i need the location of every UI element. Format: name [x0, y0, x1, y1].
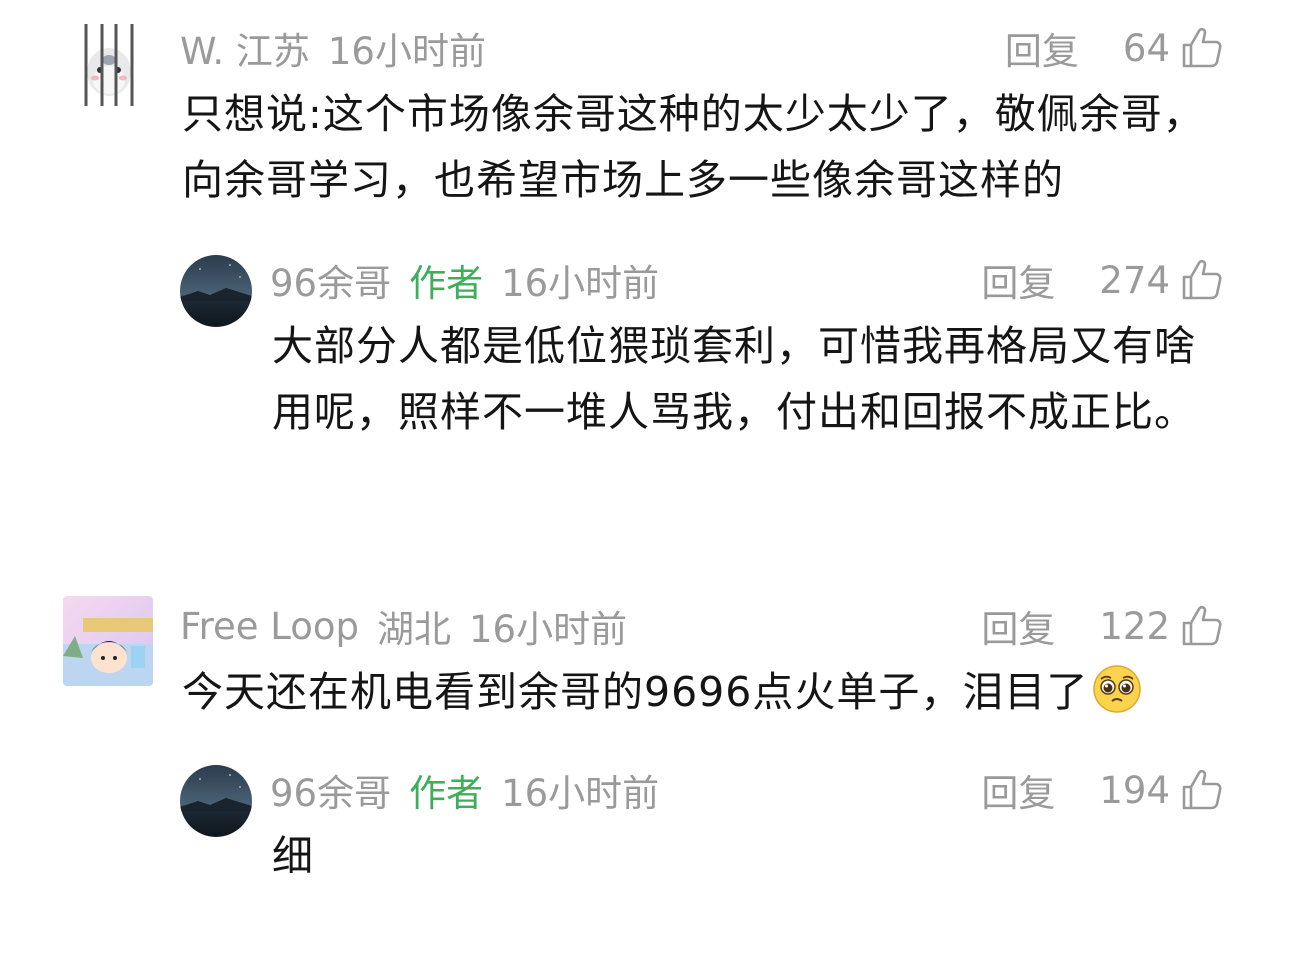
night-sky-avatar-image: [180, 255, 252, 327]
like-count: 194: [1099, 768, 1170, 812]
comment-meta: 96余哥 作者 16小时前: [270, 250, 659, 310]
reply-button[interactable]: 回复: [981, 599, 1055, 653]
timestamp: 16小时前: [501, 262, 660, 305]
reply-button[interactable]: 回复: [981, 253, 1055, 307]
like-count: 122: [1099, 604, 1170, 648]
comment-text: 细: [272, 832, 314, 880]
avatar-night-sky[interactable]: [180, 255, 252, 327]
comment-text: 今天还在机电看到余哥的9696点火单子，泪目了: [182, 659, 1242, 725]
like-count: 64: [1122, 26, 1170, 70]
like-count: 274: [1099, 258, 1170, 302]
reply-button[interactable]: 回复: [981, 763, 1055, 817]
thumbs-up-icon[interactable]: [1180, 26, 1224, 70]
username[interactable]: Free Loop: [180, 605, 359, 648]
username[interactable]: 96余哥: [270, 763, 391, 817]
thumbs-up-icon[interactable]: [1180, 604, 1224, 648]
comment-meta: Free Loop 湖北 16小时前: [180, 596, 627, 656]
comment-actions: 回复 194: [981, 760, 1224, 820]
timestamp: 16小时前: [469, 608, 628, 651]
comment-text: 大部分人都是低位猥琐套利，可惜我再格局又有啥用呢，照样不一堆人骂我，付出和回报不…: [272, 322, 1196, 436]
comment-1: W. 江苏 16小时前 回复 64 只想说:这个市场像余哥这种的太少太少了，敬佩…: [0, 18, 1290, 218]
avatar-hamster[interactable]: [80, 20, 138, 110]
comment-meta: W. 江苏 16小时前: [180, 18, 486, 78]
username[interactable]: 96余哥: [270, 253, 391, 307]
timestamp: 16小时前: [501, 772, 660, 815]
username[interactable]: W. 江苏: [180, 21, 310, 75]
comment-3: Free Loop 湖北 16小时前 回复 122 今天还在机电看到余哥的969…: [0, 596, 1290, 726]
timestamp: 16小时前: [327, 30, 486, 73]
comment-2-reply: 96余哥 作者 16小时前 回复 274 大部分人都是低位猥琐套利，可惜我再格局…: [0, 250, 1290, 520]
location: 湖北: [377, 608, 452, 651]
pleading-face-emoji: [1093, 665, 1142, 713]
comment-actions: 回复 122: [981, 596, 1224, 656]
reply-button[interactable]: 回复: [1005, 21, 1079, 75]
comment-actions: 回复 274: [981, 250, 1224, 310]
comment-text-content: 今天还在机电看到余哥的9696点火单子，泪目了: [182, 668, 1089, 716]
comment-meta: 96余哥 作者 16小时前: [270, 760, 659, 820]
comment-4-reply: 96余哥 作者 16小时前 回复 194 细: [0, 760, 1290, 900]
thumbs-up-icon[interactable]: [1180, 768, 1224, 812]
author-badge: 作者: [409, 262, 484, 305]
thumbs-up-icon[interactable]: [1180, 258, 1224, 302]
avatar-cartoon[interactable]: [63, 596, 153, 686]
author-badge: 作者: [409, 772, 484, 815]
hamster-avatar-image: [84, 24, 134, 106]
night-sky-avatar-image: [180, 765, 252, 837]
cartoon-avatar-image: [63, 596, 153, 686]
avatar-night-sky[interactable]: [180, 765, 252, 837]
comment-text: 只想说:这个市场像余哥这种的太少太少了，敬佩余哥，向余哥学习，也希望市场上多一些…: [182, 90, 1205, 204]
comment-actions: 回复 64: [1005, 18, 1224, 78]
